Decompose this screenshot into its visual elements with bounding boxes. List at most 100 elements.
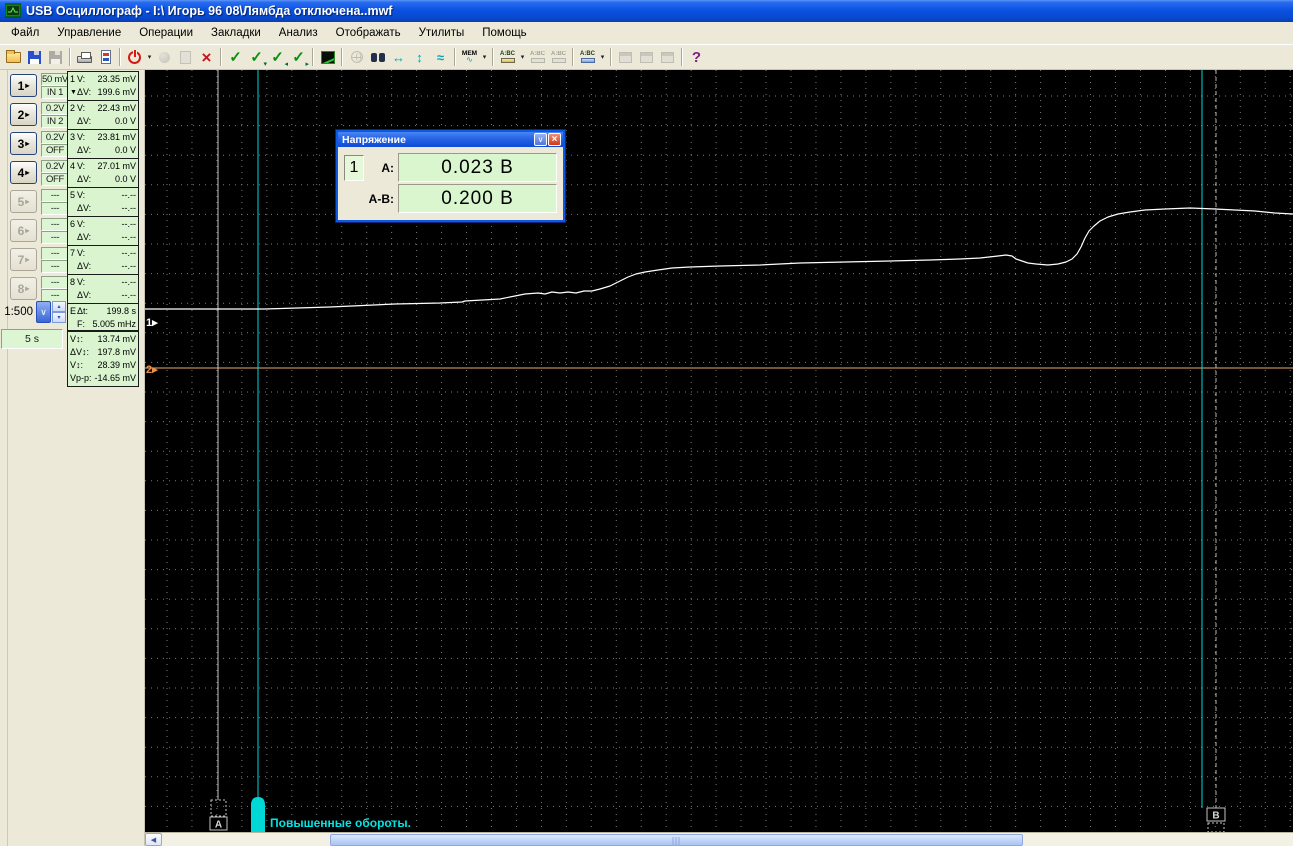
channel-row-8: 8▸ ------: [10, 274, 69, 303]
channel-sidebar: 1▸ 50 mVIN 1 2▸ 0.2VIN 2 3▸ 0.2VOFF 4▸ 0…: [0, 70, 145, 846]
close-icon: ×: [552, 135, 558, 145]
check-icon[interactable]: ✓: [225, 47, 246, 68]
menu-display[interactable]: Отображать: [327, 23, 410, 43]
channel-4-input[interactable]: OFF: [41, 173, 69, 186]
channel-7-range[interactable]: ---: [41, 247, 69, 260]
channel-3-button[interactable]: 3▸: [10, 132, 37, 155]
channel-4-button[interactable]: 4▸: [10, 161, 37, 184]
abort-icon[interactable]: ×: [196, 47, 217, 68]
menu-utilities[interactable]: Утилиты: [410, 23, 474, 43]
check-prev-icon[interactable]: ✓◂: [267, 47, 288, 68]
channel-row-4: 4▸ 0.2VOFF: [10, 158, 69, 187]
menu-bar: Файл Управление Операции Закладки Анализ…: [0, 22, 1293, 45]
oscilloscope-plot-area: A Повышенные обороты. B 1▸ 2▸: [145, 70, 1293, 846]
voltage-label-ab: А-В:: [366, 192, 398, 206]
channel-controls: 1▸ 50 mVIN 1 2▸ 0.2VIN 2 3▸ 0.2VOFF 4▸ 0…: [10, 71, 69, 303]
channel-6-range[interactable]: ---: [41, 218, 69, 231]
voltage-value-a: 0.023 В: [398, 153, 557, 182]
channel-1-range[interactable]: 50 mV: [41, 73, 69, 86]
scrollbar-thumb[interactable]: [330, 834, 1023, 846]
ratio-dropdown-button[interactable]: ∨: [36, 301, 51, 323]
bookmark-flag-icon[interactable]: [251, 797, 265, 832]
channel-3-range[interactable]: 0.2V: [41, 131, 69, 144]
script-new-icon[interactable]: A:BC: [497, 47, 518, 68]
channel-6-button[interactable]: 6▸: [10, 219, 37, 242]
toolbar-separator: [220, 48, 222, 66]
memory-icon[interactable]: MEM∿: [459, 47, 480, 68]
open-file-icon[interactable]: [3, 47, 24, 68]
channel-arrow-icon: ▸: [25, 197, 29, 206]
check-next-icon[interactable]: ✓▸: [288, 47, 309, 68]
save-file-icon[interactable]: [24, 47, 45, 68]
check-down-icon[interactable]: ✓▾: [246, 47, 267, 68]
record-dropdown-icon[interactable]: ▾: [145, 53, 154, 61]
menu-help[interactable]: Помощь: [473, 23, 535, 43]
channel-8-range[interactable]: ---: [41, 276, 69, 289]
collapse-button[interactable]: ∨: [534, 133, 547, 146]
waveform-plot[interactable]: A Повышенные обороты. B 1▸ 2▸: [145, 70, 1293, 832]
channel-7-input[interactable]: ---: [41, 260, 69, 273]
thumb-grip-icon: [672, 837, 681, 845]
voltage-window[interactable]: Напряжение ∨ × 1 А: 0.023 В А-В: 0.200 В: [336, 130, 565, 222]
toolbar-separator: [610, 48, 612, 66]
toolbar-separator: [119, 48, 121, 66]
voltage-window-titlebar[interactable]: Напряжение ∨ ×: [338, 132, 563, 147]
interpolation-icon[interactable]: ≈: [430, 47, 451, 68]
ch2-ground-marker[interactable]: 2▸: [146, 364, 158, 376]
print-preview-icon[interactable]: [95, 47, 116, 68]
ch1-trace: [145, 208, 1293, 309]
ratio-control: 1:500 ∨ ▴ ▾: [2, 300, 66, 324]
menu-bookmarks[interactable]: Закладки: [202, 23, 270, 43]
chevron-down-icon: ∨: [40, 307, 47, 318]
scroll-left-button[interactable]: ◀: [145, 833, 162, 846]
menu-operations[interactable]: Операции: [130, 23, 202, 43]
channel-5-button[interactable]: 5▸: [10, 190, 37, 213]
channel-1-input[interactable]: IN 1: [41, 86, 69, 99]
channel-arrow-icon: ▸: [25, 284, 29, 293]
web-icon: [346, 47, 367, 68]
help-icon[interactable]: ?: [686, 47, 707, 68]
menu-file[interactable]: Файл: [2, 23, 48, 43]
channel-5-range[interactable]: ---: [41, 189, 69, 202]
channel-8-button[interactable]: 8▸: [10, 277, 37, 300]
measure-vertical-icon[interactable]: ↕: [409, 47, 430, 68]
menu-analysis[interactable]: Анализ: [270, 23, 327, 43]
grid-dots: [145, 70, 1293, 832]
channel-2-input[interactable]: IN 2: [41, 115, 69, 128]
script-new-dropdown-icon[interactable]: ▾: [518, 53, 527, 61]
channel-number-box: 1: [344, 155, 364, 181]
arrow-up-icon: ▴: [57, 303, 60, 310]
channel-4-range[interactable]: 0.2V: [41, 160, 69, 173]
spinner-down-button[interactable]: ▾: [52, 312, 66, 323]
channel-arrow-icon: ▸: [25, 226, 29, 235]
time-window-value[interactable]: 5 s: [1, 329, 63, 349]
search-icon[interactable]: [367, 47, 388, 68]
memory-dropdown-icon[interactable]: ▾: [480, 53, 489, 61]
menu-control[interactable]: Управление: [48, 23, 130, 43]
channel-5-input[interactable]: ---: [41, 202, 69, 215]
channel-row-2: 2▸ 0.2VIN 2: [10, 100, 69, 129]
toolbar-separator: [312, 48, 314, 66]
script-table-icon[interactable]: A:BC: [577, 47, 598, 68]
marker-b-box[interactable]: [1208, 823, 1224, 832]
spinner-up-button[interactable]: ▴: [52, 301, 66, 312]
ch1-ground-marker[interactable]: 1▸: [146, 317, 158, 329]
print-icon[interactable]: [74, 47, 95, 68]
horizontal-scrollbar[interactable]: ◀: [145, 832, 1293, 846]
measure-horizontal-icon[interactable]: ↔: [388, 47, 409, 68]
voltage-stats: V↕:13.74 mV ΔV↕:197.8 mV V↕:28.39 mV Vp-…: [68, 332, 138, 386]
record-start-icon[interactable]: [124, 47, 145, 68]
marker-a-box[interactable]: [211, 800, 226, 816]
marker-a-label: A: [215, 820, 222, 831]
channel-1-button[interactable]: 1▸: [10, 74, 37, 97]
channel-3-input[interactable]: OFF: [41, 144, 69, 157]
script-table-dropdown-icon[interactable]: ▾: [598, 53, 607, 61]
invert-view-icon[interactable]: [317, 47, 338, 68]
channel-6-input[interactable]: ---: [41, 231, 69, 244]
channel-7-button[interactable]: 7▸: [10, 248, 37, 271]
close-button[interactable]: ×: [548, 133, 561, 146]
channel-2-button[interactable]: 2▸: [10, 103, 37, 126]
channel-2-range[interactable]: 0.2V: [41, 102, 69, 115]
channel-arrow-icon: ▸: [25, 110, 29, 119]
title-bar[interactable]: USB Осциллограф - I:\ Игорь 96 08\Лямбда…: [0, 0, 1293, 22]
